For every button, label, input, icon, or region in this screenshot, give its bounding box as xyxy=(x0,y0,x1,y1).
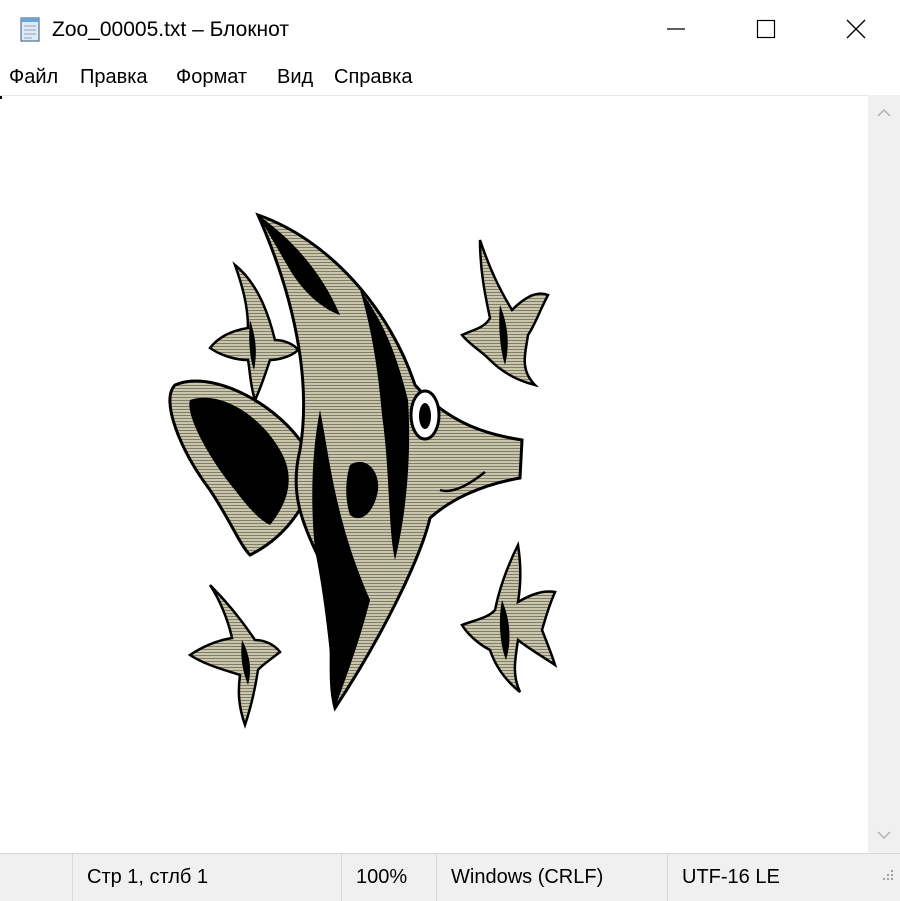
menu-edit[interactable]: Правка xyxy=(80,65,148,89)
status-bar: Стр 1, стлб 1 100% Windows (CRLF) UTF-16… xyxy=(0,853,900,901)
close-icon xyxy=(846,19,866,39)
minimize-icon xyxy=(667,28,685,30)
notepad-window: Zoo_00005.txt – Блокнот Файл Правка Форм… xyxy=(0,0,900,901)
window-title: Zoo_00005.txt – Блокнот xyxy=(52,18,289,41)
small-fish-bottom-left xyxy=(187,584,282,729)
angelfish-ascii-art xyxy=(168,212,558,729)
small-fish-top-right xyxy=(460,239,550,388)
menu-bar: Файл Правка Формат Вид Справка xyxy=(0,58,900,94)
menu-help[interactable]: Справка xyxy=(334,65,412,89)
notepad-icon xyxy=(20,17,40,42)
maximize-button[interactable] xyxy=(720,0,812,58)
text-caret xyxy=(0,96,2,99)
maximize-icon xyxy=(756,19,776,39)
minimize-button[interactable] xyxy=(630,0,722,58)
status-encoding: UTF-16 LE xyxy=(667,854,900,901)
title-bar[interactable]: Zoo_00005.txt – Блокнот xyxy=(0,0,900,58)
menu-file[interactable]: Файл xyxy=(9,65,58,89)
chevron-down-icon[interactable] xyxy=(868,825,900,845)
status-cursor-position: Стр 1, стлб 1 xyxy=(72,854,342,901)
chevron-up-icon[interactable] xyxy=(868,103,900,123)
status-zoom: 100% xyxy=(341,854,437,901)
close-button[interactable] xyxy=(810,0,900,58)
menu-format[interactable]: Формат xyxy=(176,65,247,89)
menu-view[interactable]: Вид xyxy=(277,65,313,89)
resize-grip-icon[interactable] xyxy=(878,867,896,885)
status-line-endings: Windows (CRLF) xyxy=(436,854,668,901)
vertical-scrollbar[interactable] xyxy=(868,95,900,853)
small-fish-bottom-right xyxy=(460,540,558,693)
